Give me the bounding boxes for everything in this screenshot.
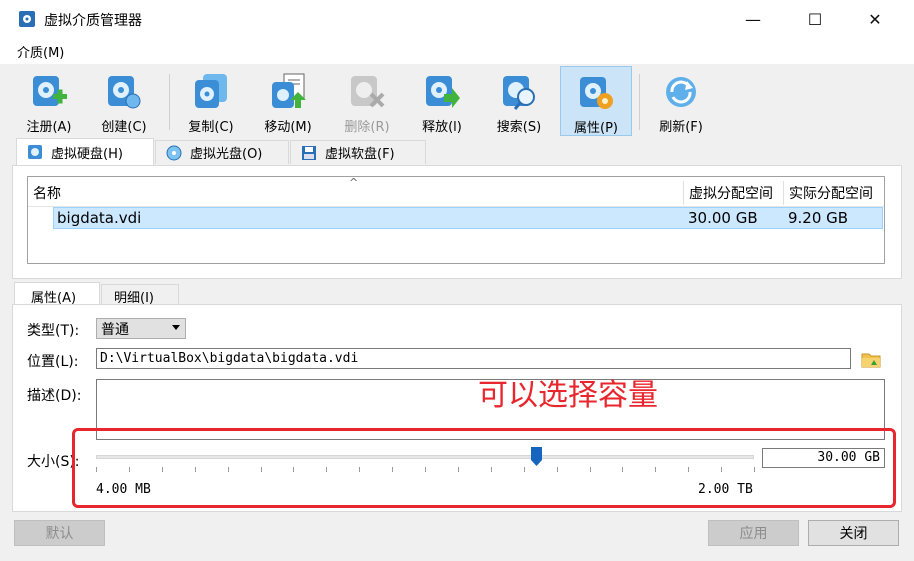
- column-header-actual-size[interactable]: 实际分配空间: [789, 180, 873, 206]
- search-label: 搜索(S): [496, 120, 542, 135]
- tab-floppy-disks-label: 虚拟软盘(F): [325, 147, 395, 162]
- delete-icon: [351, 76, 385, 108]
- app-icon: [19, 11, 35, 27]
- type-label: 类型(T):: [27, 323, 80, 339]
- delete-label: 删除(R): [344, 120, 390, 135]
- toolbar: 注册(A) 创建(C) 复制(C) 移动(M) 删除(R) 释放(l) 搜索(S…: [9, 66, 909, 138]
- copy-button[interactable]: 复制(C): [175, 66, 247, 136]
- search-button[interactable]: 搜索(S): [483, 66, 555, 136]
- floppy-disk-icon: [302, 145, 316, 160]
- tab-optical-disks[interactable]: 虚拟光盘(O): [155, 140, 289, 164]
- location-field[interactable]: D:\VirtualBox\bigdata\bigdata.vdi: [96, 348, 851, 369]
- sort-indicator: ^: [349, 176, 359, 189]
- location-label: 位置(L):: [27, 354, 79, 370]
- close-button[interactable]: 关闭: [808, 520, 899, 546]
- type-select[interactable]: 普通: [96, 318, 186, 339]
- reset-button[interactable]: 默认: [14, 520, 105, 546]
- toolbar-separator: [169, 74, 170, 130]
- tab-hard-disks-label: 虚拟硬盘(H): [51, 146, 123, 162]
- row-name: bigdata.vdi: [57, 209, 142, 227]
- type-value: 普通: [101, 321, 129, 338]
- release-label: 释放(l): [422, 120, 462, 135]
- move-button[interactable]: 移动(M): [252, 66, 324, 136]
- menu-media[interactable]: 介质(M): [17, 42, 64, 61]
- column-header-virtual-size[interactable]: 虚拟分配空间: [689, 180, 773, 206]
- release-button[interactable]: 释放(l): [406, 66, 478, 136]
- description-label: 描述(D):: [27, 388, 82, 404]
- tab-attributes-label: 属性(A): [31, 290, 77, 306]
- move-icon: [272, 73, 306, 108]
- minimize-button[interactable]: —: [730, 0, 776, 38]
- close-window-button[interactable]: ✕: [852, 0, 898, 38]
- column-divider: [683, 181, 684, 205]
- row-actual-size: 9.20 GB: [788, 209, 849, 227]
- table-row[interactable]: [53, 207, 883, 229]
- hard-disk-icon: [28, 145, 42, 159]
- optical-disk-icon: [166, 145, 182, 160]
- delete-button[interactable]: 删除(R): [331, 66, 403, 136]
- search-icon: [503, 76, 535, 110]
- window-title: 虚拟介质管理器: [44, 13, 142, 29]
- maximize-button[interactable]: ☐: [792, 0, 838, 38]
- release-icon: [426, 76, 460, 108]
- annotation-highlight-box: [72, 428, 896, 508]
- refresh-icon: [666, 77, 696, 107]
- move-label: 移动(M): [264, 120, 312, 135]
- properties-icon: [580, 77, 613, 109]
- row-virtual-size: 30.00 GB: [688, 209, 758, 227]
- tab-floppy-disks[interactable]: 虚拟软盘(F): [290, 140, 426, 164]
- create-label: 创建(C): [101, 120, 147, 135]
- copy-label: 复制(C): [188, 120, 234, 135]
- column-header-name[interactable]: 名称: [33, 180, 61, 206]
- apply-button[interactable]: 应用: [708, 520, 799, 546]
- properties-button[interactable]: 属性(P): [560, 66, 632, 136]
- refresh-label: 刷新(F): [659, 120, 703, 135]
- create-button[interactable]: 创建(C): [88, 66, 160, 136]
- refresh-button[interactable]: 刷新(F): [645, 66, 717, 136]
- annotation-text: 可以选择容量: [478, 378, 658, 413]
- register-icon: [33, 76, 67, 106]
- chevron-down-icon: [172, 325, 180, 330]
- toolbar-separator: [639, 74, 640, 130]
- copy-icon: [195, 74, 227, 108]
- register-button[interactable]: 注册(A): [13, 66, 85, 136]
- tab-hard-disks[interactable]: 虚拟硬盘(H): [16, 138, 154, 165]
- menu-bar: [0, 38, 914, 64]
- register-label: 注册(A): [26, 120, 72, 135]
- properties-label: 属性(P): [574, 121, 618, 136]
- folder-icon[interactable]: [860, 348, 882, 370]
- tab-optical-disks-label: 虚拟光盘(O): [190, 147, 263, 162]
- column-divider: [783, 181, 784, 205]
- create-icon: [108, 76, 141, 109]
